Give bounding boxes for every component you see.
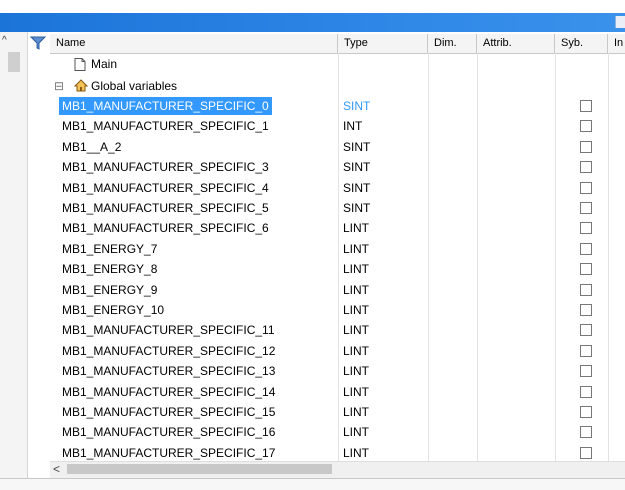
- variable-name: MB1_ENERGY_10: [62, 303, 165, 317]
- syb-checkbox[interactable]: [580, 365, 592, 377]
- variable-name: MB1_ENERGY_7: [62, 242, 158, 256]
- table-row[interactable]: MB1_MANUFACTURER_SPECIFIC_11 LINT: [50, 321, 625, 339]
- collapse-icon[interactable]: ^: [2, 36, 12, 46]
- variable-type: LINT: [343, 323, 370, 337]
- left-panel-scroll-thumb[interactable]: [8, 52, 20, 72]
- column-header-dim[interactable]: Dim.: [428, 34, 477, 53]
- table-row[interactable]: MB1_MANUFACTURER_SPECIFIC_12 LINT: [50, 342, 625, 360]
- variable-type: LINT: [343, 262, 370, 276]
- variable-type: SINT: [343, 201, 371, 215]
- top-strip: [0, 0, 625, 13]
- title-bar: [0, 13, 625, 32]
- variable-name: MB1_ENERGY_9: [62, 283, 158, 297]
- variable-type: SINT: [343, 99, 371, 113]
- syb-checkbox[interactable]: [580, 141, 592, 153]
- tree-node-main[interactable]: Main: [50, 55, 625, 73]
- column-header-name[interactable]: Name: [50, 34, 338, 53]
- tree-node-global-variables[interactable]: ⊟ Global variables: [50, 77, 625, 95]
- variable-type: SINT: [343, 181, 371, 195]
- syb-checkbox[interactable]: [580, 447, 592, 459]
- table-row[interactable]: MB1_ENERGY_10 LINT: [50, 301, 625, 319]
- column-header-in[interactable]: In: [608, 34, 625, 53]
- variable-name: MB1_MANUFACTURER_SPECIFIC_16: [62, 425, 276, 439]
- variable-type: SINT: [343, 140, 371, 154]
- tree-node-label: Global variables: [91, 79, 178, 93]
- filter-icon[interactable]: [29, 36, 47, 50]
- variable-type: SINT: [343, 160, 371, 174]
- title-bar-button[interactable]: [615, 16, 625, 28]
- table-row[interactable]: MB1_MANUFACTURER_SPECIFIC_5 SINT: [50, 199, 625, 217]
- syb-checkbox[interactable]: [580, 324, 592, 336]
- variable-name: MB1_MANUFACTURER_SPECIFIC_12: [62, 344, 276, 358]
- variable-type: LINT: [343, 385, 370, 399]
- syb-checkbox[interactable]: [580, 284, 592, 296]
- table-row[interactable]: MB1_MANUFACTURER_SPECIFIC_16 LINT: [50, 423, 625, 441]
- table-row[interactable]: MB1_MANUFACTURER_SPECIFIC_1 INT: [50, 117, 625, 135]
- document-icon: [74, 58, 86, 74]
- horizontal-scroll-thumb[interactable]: [67, 464, 332, 474]
- variable-name: MB1__A_2: [62, 140, 122, 154]
- bottom-status-strip: [0, 478, 625, 490]
- syb-checkbox[interactable]: [580, 100, 592, 112]
- variable-type: LINT: [343, 446, 370, 460]
- variable-name: MB1_MANUFACTURER_SPECIFIC_4: [62, 181, 269, 195]
- variable-name: MB1_MANUFACTURER_SPECIFIC_11: [62, 323, 275, 337]
- variable-type: INT: [343, 119, 363, 133]
- syb-checkbox[interactable]: [580, 406, 592, 418]
- column-header-attrib[interactable]: Attrib.: [477, 34, 555, 53]
- left-panel: [0, 32, 28, 489]
- tree-node-label: Main: [91, 57, 118, 71]
- variable-name: MB1_MANUFACTURER_SPECIFIC_6: [62, 221, 269, 235]
- variable-name: MB1_MANUFACTURER_SPECIFIC_3: [62, 160, 269, 174]
- syb-checkbox[interactable]: [580, 345, 592, 357]
- variable-type: LINT: [343, 242, 370, 256]
- expander-icon[interactable]: ⊟: [54, 79, 64, 93]
- syb-checkbox[interactable]: [580, 304, 592, 316]
- table-row[interactable]: MB1_MANUFACTURER_SPECIFIC_6 LINT: [50, 219, 625, 237]
- table-header: Name Type Dim. Attrib. Syb. In: [50, 34, 625, 54]
- variable-name: MB1_MANUFACTURER_SPECIFIC_13: [62, 364, 276, 378]
- column-header-type[interactable]: Type: [338, 34, 428, 53]
- scroll-left-icon[interactable]: <: [53, 463, 65, 475]
- syb-checkbox[interactable]: [580, 222, 592, 234]
- variable-name: MB1_MANUFACTURER_SPECIFIC_17: [62, 446, 276, 460]
- table-row[interactable]: MB1_MANUFACTURER_SPECIFIC_15 LINT: [50, 403, 625, 421]
- table-row[interactable]: MB1_ENERGY_9 LINT: [50, 281, 625, 299]
- table-row[interactable]: MB1_MANUFACTURER_SPECIFIC_17 LINT: [50, 444, 625, 462]
- variable-name: MB1_MANUFACTURER_SPECIFIC_0: [59, 97, 272, 115]
- table-row[interactable]: MB1_MANUFACTURER_SPECIFIC_14 LINT: [50, 383, 625, 401]
- table-row[interactable]: MB1_ENERGY_8 LINT: [50, 260, 625, 278]
- variable-type: LINT: [343, 425, 370, 439]
- table-row[interactable]: MB1_MANUFACTURER_SPECIFIC_13 LINT: [50, 362, 625, 380]
- table-row[interactable]: MB1__A_2 SINT: [50, 138, 625, 156]
- variable-type: LINT: [343, 344, 370, 358]
- table-row[interactable]: MB1_ENERGY_7 LINT: [50, 240, 625, 258]
- syb-checkbox[interactable]: [580, 182, 592, 194]
- syb-checkbox[interactable]: [580, 386, 592, 398]
- variable-name: MB1_MANUFACTURER_SPECIFIC_1: [62, 119, 269, 133]
- syb-checkbox[interactable]: [580, 161, 592, 173]
- variable-type: LINT: [343, 364, 370, 378]
- variable-type: LINT: [343, 221, 370, 235]
- variable-name: MB1_MANUFACTURER_SPECIFIC_5: [62, 201, 269, 215]
- syb-checkbox[interactable]: [580, 263, 592, 275]
- syb-checkbox[interactable]: [580, 202, 592, 214]
- syb-checkbox[interactable]: [580, 426, 592, 438]
- table-row[interactable]: MB1_MANUFACTURER_SPECIFIC_3 SINT: [50, 158, 625, 176]
- home-icon: [73, 79, 89, 95]
- syb-checkbox[interactable]: [580, 243, 592, 255]
- table-row[interactable]: MB1_MANUFACTURER_SPECIFIC_0 SINT: [50, 97, 625, 115]
- variable-type: LINT: [343, 283, 370, 297]
- variable-name: MB1_MANUFACTURER_SPECIFIC_15: [62, 405, 276, 419]
- column-header-syb[interactable]: Syb.: [555, 34, 608, 53]
- variable-type: LINT: [343, 405, 370, 419]
- syb-checkbox[interactable]: [580, 120, 592, 132]
- variable-type: LINT: [343, 303, 370, 317]
- table-row[interactable]: MB1_MANUFACTURER_SPECIFIC_4 SINT: [50, 179, 625, 197]
- variable-name: MB1_MANUFACTURER_SPECIFIC_14: [62, 385, 276, 399]
- variable-name: MB1_ENERGY_8: [62, 262, 158, 276]
